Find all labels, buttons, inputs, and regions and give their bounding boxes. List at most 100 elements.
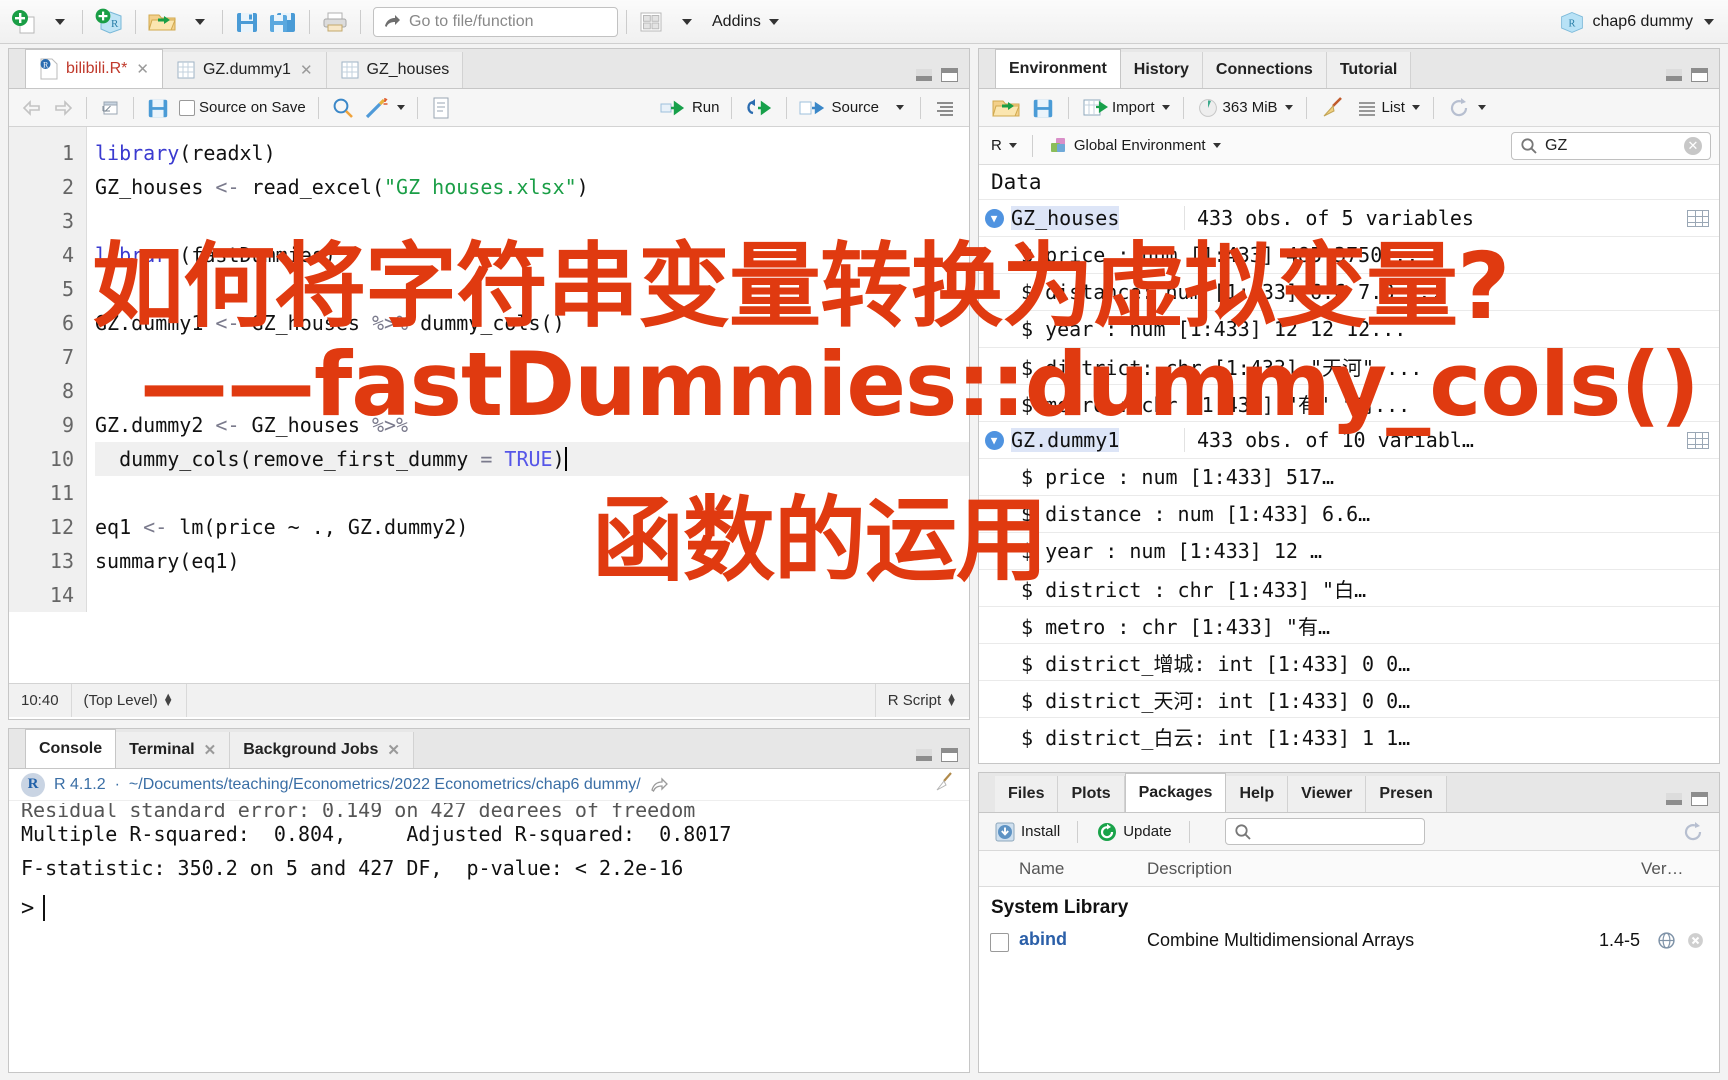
goto-directory-icon[interactable] <box>650 776 670 794</box>
code-line[interactable]: GZ_houses <- read_excel("GZ houses.xlsx"… <box>95 170 969 204</box>
console-prompt[interactable]: > <box>9 887 969 929</box>
packages-search-box[interactable] <box>1224 818 1425 845</box>
minimize-button[interactable] <box>1666 793 1682 805</box>
table-row[interactable]: abind Combine Multidimensional Arrays 1.… <box>979 925 1719 973</box>
source-tab-bilibili[interactable]: R bilibili.R* ✕ <box>25 49 163 88</box>
tab-environment[interactable]: Environment <box>995 49 1121 88</box>
open-file-dropdown[interactable] <box>182 6 214 38</box>
new-file-dropdown[interactable] <box>42 6 74 38</box>
environment-object-row[interactable]: ▼ GZ.dummy1 433 obs. of 10 variabl… <box>979 421 1719 458</box>
close-icon[interactable]: ✕ <box>300 61 313 79</box>
open-file-button[interactable] <box>144 6 180 38</box>
source-tab-gz-dummy1[interactable]: GZ.dummy1 ✕ <box>162 52 327 88</box>
scope-selector[interactable]: (Top Level) ▲ ▼ <box>72 684 187 717</box>
tab-terminal[interactable]: Terminal ✕ <box>116 732 231 768</box>
column-header-name[interactable]: Name <box>1019 859 1147 879</box>
column-header-version[interactable]: Ver… <box>1641 859 1719 879</box>
rerun-button[interactable] <box>740 94 778 122</box>
maximize-button[interactable] <box>941 68 958 82</box>
minimize-button[interactable] <box>916 749 932 761</box>
memory-usage-button[interactable]: 363 MiB <box>1193 94 1297 122</box>
new-project-button[interactable]: R <box>91 6 127 38</box>
maximize-button[interactable] <box>941 748 958 762</box>
editor-save-button[interactable] <box>142 94 174 122</box>
code-line[interactable] <box>95 374 969 408</box>
collapse-icon[interactable]: ▼ <box>984 208 1004 228</box>
code-editor[interactable]: 1 2 3 4 5 6 7 8 9 10 11 12 13 14 library… <box>9 127 969 683</box>
tab-presentation[interactable]: Presen <box>1366 776 1447 812</box>
environment-object-row[interactable]: ▼ GZ_houses 433 obs. of 5 variables <box>979 199 1719 236</box>
refresh-button[interactable] <box>1443 94 1490 122</box>
tab-viewer[interactable]: Viewer <box>1288 776 1367 812</box>
code-lines[interactable]: library(readxl) GZ_houses <- read_excel("… <box>87 127 969 612</box>
code-line[interactable]: library(fastDummies) <box>95 238 969 272</box>
project-selector[interactable]: R chap6 dummy <box>1559 9 1721 35</box>
code-line[interactable]: GZ.dummy2 <- GZ_houses %>% <box>95 408 969 442</box>
pane-layout-button[interactable] <box>635 6 667 38</box>
code-line[interactable]: library(readxl) <box>95 136 969 170</box>
source-on-save-toggle[interactable]: Source on Save <box>175 94 310 122</box>
code-line[interactable] <box>95 578 969 612</box>
maximize-button[interactable] <box>1691 68 1708 82</box>
save-all-button[interactable] <box>265 6 301 38</box>
view-dataframe-icon[interactable] <box>1687 431 1709 449</box>
code-line[interactable]: GZ.dummy1 <- GZ_houses %>% dummy_cols() <box>95 306 969 340</box>
tab-background-jobs[interactable]: Background Jobs ✕ <box>230 732 414 768</box>
close-icon[interactable]: ✕ <box>387 741 400 759</box>
pane-layout-dropdown[interactable] <box>669 6 701 38</box>
update-packages-button[interactable]: Update <box>1091 818 1175 846</box>
file-type-selector[interactable]: R Script ▲ ▼ <box>874 684 969 717</box>
code-tools-button[interactable] <box>360 94 409 122</box>
tab-packages[interactable]: Packages <box>1124 773 1227 812</box>
print-button[interactable] <box>318 6 352 38</box>
remove-package-icon[interactable] <box>1686 931 1705 950</box>
code-line[interactable] <box>95 204 969 238</box>
collapse-icon[interactable]: ▼ <box>984 430 1004 450</box>
close-icon[interactable]: ✕ <box>136 60 149 78</box>
environment-scope-selector[interactable]: Global Environment <box>1044 132 1225 160</box>
clear-search-icon[interactable]: ✕ <box>1684 136 1702 155</box>
document-outline-button[interactable] <box>929 94 961 122</box>
code-line[interactable] <box>95 476 969 510</box>
view-dataframe-icon[interactable] <box>1687 209 1709 227</box>
addins-button[interactable]: Addins <box>703 6 782 38</box>
package-checkbox[interactable] <box>989 933 1009 952</box>
source-tab-gz-houses[interactable]: GZ_houses <box>326 52 464 88</box>
code-line[interactable]: summary(eq1) <box>95 544 969 578</box>
clear-objects-button[interactable] <box>1316 94 1350 122</box>
tab-files[interactable]: Files <box>995 776 1059 812</box>
environment-object-list[interactable]: Data ▼ GZ_houses 433 obs. of 5 variables $ p… <box>979 165 1719 763</box>
tab-console[interactable]: Console <box>25 729 117 768</box>
run-button[interactable]: Run <box>656 94 724 122</box>
new-file-button[interactable] <box>8 6 40 38</box>
popout-button[interactable] <box>95 94 125 122</box>
save-button[interactable] <box>231 6 263 38</box>
console-clear-button[interactable] <box>933 771 957 798</box>
tab-help[interactable]: Help <box>1226 776 1289 812</box>
minimize-button[interactable] <box>916 69 932 81</box>
install-packages-button[interactable]: Install <box>989 818 1064 846</box>
code-line[interactable]: dummy_cols(remove_first_dummy = TRUE) <box>95 442 969 476</box>
tab-plots[interactable]: Plots <box>1058 776 1125 812</box>
source-button[interactable]: Source <box>795 94 883 122</box>
import-dataset-button[interactable]: Import <box>1078 94 1174 122</box>
source-dropdown[interactable] <box>884 94 912 122</box>
package-name[interactable]: abind <box>1019 929 1147 950</box>
minimize-button[interactable] <box>1666 69 1682 81</box>
load-workspace-button[interactable] <box>987 94 1025 122</box>
maximize-button[interactable] <box>1691 792 1708 806</box>
save-workspace-button[interactable] <box>1027 94 1059 122</box>
close-icon[interactable]: ✕ <box>204 741 217 759</box>
code-line[interactable] <box>95 340 969 374</box>
code-line[interactable] <box>95 272 969 306</box>
tab-tutorial[interactable]: Tutorial <box>1326 52 1412 88</box>
goto-file-function-box[interactable]: Go to file/function <box>373 6 618 37</box>
view-mode-button[interactable]: List <box>1352 94 1424 122</box>
packages-refresh-button[interactable] <box>1677 818 1709 846</box>
checkbox-icon[interactable] <box>179 99 195 116</box>
environment-search-box[interactable]: GZ ✕ <box>1511 131 1711 160</box>
globe-icon[interactable] <box>1657 931 1676 950</box>
find-replace-button[interactable] <box>327 94 359 122</box>
back-button[interactable] <box>17 94 47 122</box>
code-line[interactable]: eq1 <- lm(price ~ ., GZ.dummy2) <box>95 510 969 544</box>
